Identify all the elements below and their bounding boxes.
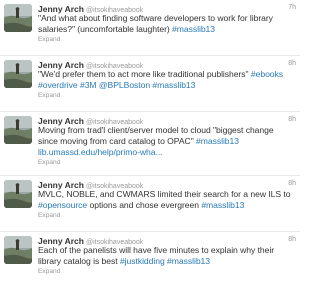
tweet-text-segment: salaries?" (uncomfortable laughter)	[38, 24, 173, 34]
author-handle[interactable]: @itsokihaveabook	[86, 7, 143, 14]
author-name[interactable]: Jenny Arch	[38, 180, 84, 190]
avatar[interactable]	[4, 4, 32, 32]
tweet-text-line: "And what about finding software develop…	[38, 13, 296, 24]
tweet-link[interactable]: #justkidding #masslib13	[120, 256, 210, 266]
avatar-image	[4, 4, 32, 32]
expand-link[interactable]: Expand	[38, 267, 296, 277]
avatar[interactable]	[4, 236, 32, 264]
tweet-text-segment: "And what about finding software develop…	[38, 13, 273, 23]
tweet-text-line: Moving from trad'l client/server model t…	[38, 125, 296, 136]
tweet-link[interactable]: #ebooks	[251, 69, 283, 79]
author-name[interactable]: Jenny Arch	[38, 60, 84, 70]
tweet-text: Moving from trad'l client/server model t…	[38, 125, 296, 158]
avatar[interactable]	[4, 60, 32, 88]
tweet-text: "We'd prefer them to act more like tradi…	[38, 69, 296, 91]
tweet-text: Each of the panelists will have five min…	[38, 245, 296, 267]
tweet-timestamp[interactable]: 8h	[288, 58, 296, 69]
tweet-timestamp[interactable]: 7h	[288, 2, 296, 13]
tweet-header: Jenny Arch @itsokihaveabook 7h	[38, 2, 296, 14]
avatar[interactable]	[4, 116, 32, 144]
tweet-link[interactable]: #opensource	[38, 200, 87, 210]
tweet-header: Jenny Arch @itsokihaveabook 8h	[38, 178, 296, 190]
tweet-link[interactable]: #masslib13	[196, 136, 239, 146]
tweet-text-line: #opensource options and chose evergreen …	[38, 200, 296, 211]
tweet-timestamp[interactable]: 8h	[288, 114, 296, 125]
tweet-link[interactable]: #overdrive #3M @BPLBoston #masslib13	[38, 80, 195, 90]
tweet-text-line: Each of the panelists will have five min…	[38, 245, 296, 256]
avatar-image	[4, 180, 32, 208]
tweet-header: Jenny Arch @itsokihaveabook 8h	[38, 234, 296, 246]
tweet-text-segment: library catalog is best	[38, 256, 120, 266]
author-name[interactable]: Jenny Arch	[38, 236, 84, 246]
tweet-text-line: library catalog is best #justkidding #ma…	[38, 256, 296, 267]
author-name[interactable]: Jenny Arch	[38, 116, 84, 126]
tweet-text-line: MVLC, NOBLE, and CWMARS limited their se…	[38, 189, 296, 200]
author-handle[interactable]: @itsokihaveabook	[86, 183, 143, 190]
tweet-link[interactable]: #masslib13	[172, 24, 215, 34]
avatar-image	[4, 236, 32, 264]
tweet-text-segment: options and chose evergreen	[87, 200, 202, 210]
expand-link[interactable]: Expand	[38, 211, 296, 221]
expand-link[interactable]: Expand	[38, 35, 296, 45]
tweet-text-line: salaries?" (uncomfortable laughter) #mas…	[38, 24, 296, 35]
tweet-text: MVLC, NOBLE, and CWMARS limited their se…	[38, 189, 296, 211]
author-handle[interactable]: @itsokihaveabook	[86, 119, 143, 126]
tweet-text-segment: MVLC, NOBLE, and CWMARS limited their se…	[38, 189, 291, 199]
expand-link[interactable]: Expand	[38, 91, 296, 101]
tweet[interactable]: Jenny Arch @itsokihaveabook 7h "And what …	[0, 0, 300, 56]
tweet-header: Jenny Arch @itsokihaveabook 8h	[38, 114, 296, 126]
tweet[interactable]: Jenny Arch @itsokihaveabook 8h "We'd pref…	[0, 56, 300, 112]
tweet[interactable]: Jenny Arch @itsokihaveabook 8h Moving fro…	[0, 112, 300, 176]
author-name[interactable]: Jenny Arch	[38, 4, 84, 14]
tweet-link[interactable]: #masslib13	[201, 200, 244, 210]
tweet[interactable]: Jenny Arch @itsokihaveabook 8h MVLC, NOBL…	[0, 176, 300, 232]
expand-link[interactable]: Expand	[38, 158, 296, 168]
avatar-image	[4, 116, 32, 144]
tweet-timestamp[interactable]: 8h	[288, 178, 296, 189]
tweet-text-segment: "We'd prefer them to act more like tradi…	[38, 69, 251, 79]
tweet-text-line: since moving from card catalog to OPAC" …	[38, 136, 296, 147]
author-handle[interactable]: @itsokihaveabook	[86, 239, 143, 246]
tweet-timeline: Jenny Arch @itsokihaveabook 7h "And what …	[0, 0, 300, 283]
avatar-image	[4, 60, 32, 88]
tweet-text: "And what about finding software develop…	[38, 13, 296, 35]
tweet-text-segment: since moving from card catalog to OPAC"	[38, 136, 197, 146]
tweet-header: Jenny Arch @itsokihaveabook 8h	[38, 58, 296, 70]
tweet-text-segment: Moving from trad'l client/server model t…	[38, 125, 274, 135]
tweet-link[interactable]: lib.umassd.edu/help/primo-wha...	[38, 147, 163, 157]
avatar[interactable]	[4, 180, 32, 208]
author-handle[interactable]: @itsokihaveabook	[86, 63, 143, 70]
tweet-text-line: #overdrive #3M @BPLBoston #masslib13	[38, 80, 296, 91]
tweet[interactable]: Jenny Arch @itsokihaveabook 8h Each of th…	[0, 232, 300, 288]
tweet-timestamp[interactable]: 8h	[288, 234, 296, 245]
tweet-text-segment: Each of the panelists will have five min…	[38, 245, 275, 255]
tweet-text-line: "We'd prefer them to act more like tradi…	[38, 69, 296, 80]
tweet-text-line: lib.umassd.edu/help/primo-wha...	[38, 147, 296, 158]
